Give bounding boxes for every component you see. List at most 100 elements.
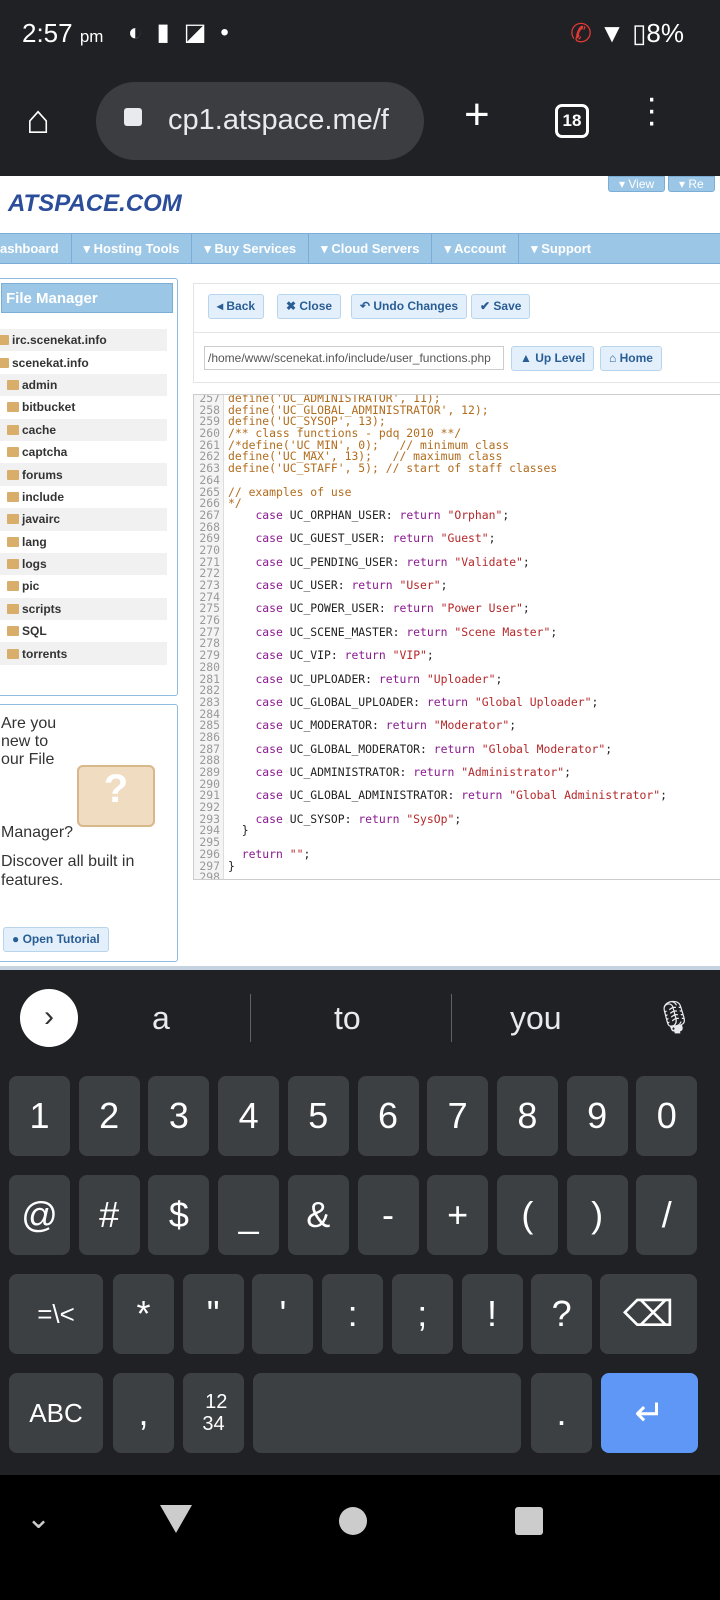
nav-cloud-servers[interactable]: ▾ Cloud Servers [309,234,433,263]
folder-item[interactable]: pic [0,575,167,597]
back-button[interactable]: ◂ Back [208,294,265,319]
folder-item[interactable]: scenekat.info [0,351,167,373]
key[interactable]: / [636,1175,698,1255]
view-button[interactable]: ▾ View [608,176,666,192]
keyboard: › a to you 🎙 1 2 3 4 5 6 7 8 9 0 @ # $ _ & - +() / =\< * " ':… [0,970,720,1475]
nav-account[interactable]: ▾ Account [432,234,520,263]
folder-item[interactable]: admin [0,373,167,397]
key[interactable]: - [357,1175,419,1255]
code-token: case [255,531,283,546]
folder-item[interactable]: javairc [0,508,167,531]
key[interactable]: $ [148,1175,210,1255]
folder-item[interactable]: torrents [0,642,167,665]
home-button[interactable]: ⌂ Home [600,346,662,371]
code-token: UC_USER: [282,578,352,592]
code-line: 285 case UC_MODERATOR: return "Moderator… [194,719,720,732]
address-bar[interactable]: cp1.atspace.me/f [96,82,424,160]
new-tab-icon[interactable]: + [464,90,490,140]
key[interactable]: 7 [427,1076,489,1156]
recents-nav-icon[interactable] [515,1507,543,1535]
key[interactable]: ' [252,1274,314,1354]
suggestion[interactable]: to [334,1000,361,1037]
suggestion[interactable]: a [152,1000,170,1037]
tab-switcher-button[interactable]: 18 [555,104,589,138]
key[interactable]: 4 [218,1076,280,1156]
key[interactable]: ) [566,1175,628,1255]
atspace-logo[interactable]: ATSPACE.COM [8,190,182,218]
key[interactable]: 2 [78,1076,140,1156]
undo-changes-button[interactable]: ↶ Undo Changes [351,294,468,319]
open-tutorial-button[interactable]: ● Open Tutorial [3,927,109,952]
key[interactable]: # [78,1175,140,1255]
key[interactable]: @ [9,1175,70,1255]
code-token: UC_VIP: [282,648,345,663]
key[interactable]: 12 34 [183,1373,244,1453]
key[interactable]: 6 [357,1076,419,1156]
key[interactable]: ABC [9,1373,103,1453]
nav-hosting-tools[interactable]: ▾ Hosting Tools [72,234,193,263]
key[interactable]: 0 [636,1076,698,1156]
expand-toolbar-button[interactable]: › [20,989,78,1047]
key[interactable]: + [427,1175,489,1255]
folder-item[interactable]: logs [0,552,167,576]
key[interactable] [253,1373,521,1453]
code-token: ; [550,624,558,639]
folder-item[interactable]: bitbucket [0,396,167,418]
key[interactable]: ↵ [601,1373,698,1453]
key[interactable]: , [113,1373,174,1453]
key[interactable]: 9 [566,1076,628,1156]
back-nav-icon[interactable] [160,1505,192,1533]
key[interactable]: & [287,1175,349,1255]
folder-item[interactable]: lang [0,531,167,553]
key[interactable]: ⌫ [600,1274,697,1354]
up-level-button[interactable]: ▲ Up Level [511,346,595,371]
nav-support[interactable]: ▾ Support [519,234,603,263]
hide-keyboard-icon[interactable]: ⌄ [26,1501,51,1536]
folder-icon [7,536,19,547]
close-button[interactable]: ✖ Close [277,294,342,319]
key[interactable]: : [322,1274,384,1354]
more-menu-icon[interactable]: · · · [646,81,657,139]
code-token: case [255,601,283,616]
key[interactable]: ! [461,1274,523,1354]
folder-item[interactable]: irc.scenekat.info [0,329,167,352]
code-token: "Scene Master" [447,624,551,639]
re-button[interactable]: ▾ Re [668,176,715,192]
key[interactable]: . [531,1373,592,1453]
key[interactable]: * [113,1274,174,1354]
folder-item[interactable]: include [0,486,167,508]
nav-buy-services[interactable]: ▾ Buy Services [192,234,310,263]
home-nav-icon[interactable] [339,1507,367,1535]
suggestion[interactable]: you [510,1000,562,1037]
key[interactable]: " [182,1274,244,1354]
key[interactable]: ( [496,1175,558,1255]
editor-toolbar: ◂ Back ✖ Close ↶ Undo Changes ✔ Save /ho… [193,283,720,383]
key[interactable]: 5 [287,1076,349,1156]
key[interactable]: ? [531,1274,593,1354]
code-line: 291 case UC_GLOBAL_ADMINISTRATOR: return… [194,790,720,802]
nav-dashboard[interactable]: ashboard [0,234,72,263]
key[interactable]: 8 [496,1076,558,1156]
key[interactable]: 3 [148,1076,210,1156]
folder-item[interactable]: forums [0,463,167,486]
code-token: "Administrator" [454,765,565,779]
key[interactable]: ; [391,1274,453,1354]
code-token: "Uploader" [420,671,496,686]
save-button[interactable]: ✔ Save [471,294,531,319]
key[interactable]: =\< [9,1274,103,1354]
home-icon[interactable]: ⌂ [26,98,50,143]
file-manager-title: File Manager [1,283,173,313]
folder-item[interactable]: captcha [0,441,167,463]
code-line: 273 case UC_USER: return "User"; [194,578,720,592]
path-input[interactable]: /home/www/scenekat.info/include/user_fun… [204,346,504,370]
microphone-icon[interactable]: 🎙 [654,998,695,1036]
code-editor[interactable]: 257 define('UC_ADMINISTRATOR', 11); 258 def… [193,394,720,880]
folder-item[interactable]: scripts [0,597,167,621]
folder-item[interactable]: cache [0,418,167,441]
key[interactable]: 1 [9,1076,70,1156]
folder-item[interactable]: SQL [0,620,167,642]
key[interactable]: _ [218,1175,280,1255]
